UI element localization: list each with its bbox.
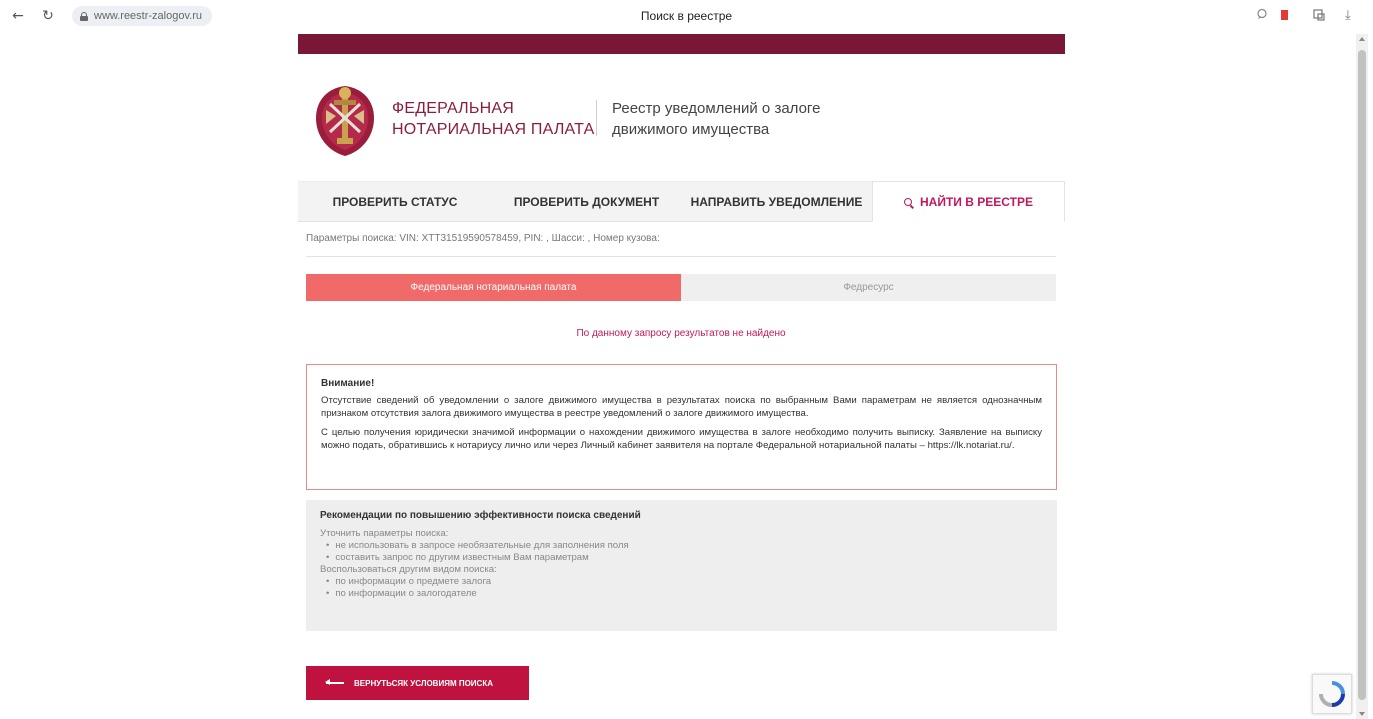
header-divider [596,100,597,136]
tab-label: ПРОВЕРИТЬ СТАТУС [332,194,458,209]
browser-toolbar: ← ↻ www.reestr-zalogov.ru Поиск в реестр… [0,0,1373,34]
tab-send-notification[interactable]: НАПРАВИТЬ УВЕДОМЛЕНИЕ [681,181,872,221]
tab-source-fedresurs[interactable]: Федресурс [681,274,1056,301]
brand-line-1: ФЕДЕРАЛЬНАЯ [392,100,514,117]
search-params: Параметры поиска: VIN: XTT31519590578459… [306,233,660,244]
subtitle-line-2: движимого имущества [612,121,770,138]
scroll-up-icon[interactable] [1359,37,1365,41]
list-item: не использовать в запросе необязательные… [320,540,1043,552]
tab-check-document[interactable]: ПРОВЕРИТЬ ДОКУМЕНТ [492,181,681,221]
tab-label: Федресурс [843,282,894,293]
arrow-left-icon [325,680,344,685]
divider [306,256,1056,257]
bookmark-icon[interactable] [1281,10,1288,20]
brand-line-2: НОТАРИАЛЬНАЯ ПАЛАТА [392,121,595,138]
list-item: по информации о предмете залога [320,576,1043,588]
tab-source-fnp[interactable]: Федеральная нотариальная палата [306,274,681,301]
warning-paragraph-1: Отсутствие сведений об уведомлении о зал… [321,395,1042,419]
tab-check-status[interactable]: ПРОВЕРИТЬ СТАТУС [298,181,492,221]
extensions-icon[interactable] [1312,8,1326,22]
scroll-down-icon[interactable] [1359,712,1365,716]
site-subtitle: Реестр уведомлений о залоге движимого им… [612,98,820,140]
recommendations-title: Рекомендации по повышению эффективности … [320,510,641,521]
header-strip [298,34,1065,54]
tab-label: НАПРАВИТЬ УВЕДОМЛЕНИЕ [690,194,863,209]
main-nav: ПРОВЕРИТЬ СТАТУС ПРОВЕРИТЬ ДОКУМЕНТ НАПР… [298,181,1065,222]
comment-icon[interactable] [1256,8,1268,20]
back-to-search-button[interactable]: ВЕРНУТЬСЯК УСЛОВИЯМ ПОИСКА [306,666,529,700]
list-item: составить запрос по другим известным Вам… [320,552,1043,564]
recaptcha-icon [1319,681,1345,707]
page-scrollbar[interactable] [1356,34,1368,719]
tab-find-in-registry[interactable]: НАЙТИ В РЕЕСТРЕ [872,181,1065,222]
notary-emblem-icon [316,86,374,156]
recommendation-heading: Воспользоваться другим видом поиска: [320,564,497,575]
brand-name[interactable]: ФЕДЕРАЛЬНАЯ НОТАРИАЛЬНАЯ ПАЛАТА [392,98,595,140]
search-icon [904,197,913,206]
no-results-message: По данному запросу результатов не найден… [576,328,786,339]
download-icon[interactable]: ⤓ [1345,8,1351,23]
subtitle-line-1: Реестр уведомлений о залоге [612,100,821,117]
source-tabs: Федеральная нотариальная палата Федресур… [306,274,1056,301]
tab-label: Федеральная нотариальная палата [410,282,577,293]
warning-paragraph-2: С целью получения юридически значимой ин… [321,427,1042,451]
list-item: по информации о залогодателе [320,588,1043,600]
page-tab-title: Поиск в реестре [640,9,733,23]
warning-box: Внимание! Отсутствие сведений об уведомл… [306,364,1057,490]
tab-label: ПРОВЕРИТЬ ДОКУМЕНТ [513,194,660,209]
recommendation-heading: Уточнить параметры поиска: [320,528,449,539]
recaptcha-badge[interactable] [1312,674,1352,714]
recommendations-box: Рекомендации по повышению эффективности … [306,500,1057,631]
scroll-thumb[interactable] [1358,50,1366,700]
warning-title: Внимание! [321,378,375,389]
back-button-label: ВЕРНУТЬСЯК УСЛОВИЯМ ПОИСКА [354,678,493,688]
tab-label: НАЙТИ В РЕЕСТРЕ [920,194,1033,209]
